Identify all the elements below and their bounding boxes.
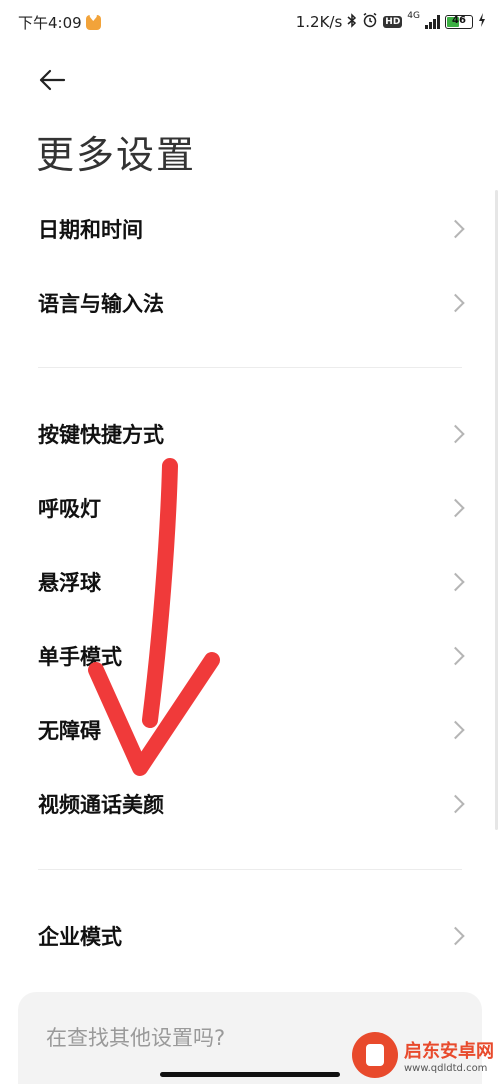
divider [38, 869, 462, 870]
menu-item-key-shortcuts[interactable]: 按键快捷方式 [0, 397, 500, 471]
battery-icon: 46 [445, 15, 473, 29]
page-title: 更多设置 [36, 133, 197, 177]
status-left: 下午4:09 [18, 12, 101, 33]
battery-level: 46 [452, 15, 466, 26]
menu-item-breathing-light[interactable]: 呼吸灯 [0, 471, 500, 545]
app-notification-icon [85, 13, 101, 30]
menu-item-floating-ball[interactable]: 悬浮球 [0, 545, 500, 619]
status-time: 下午4:09 [18, 14, 82, 32]
back-button[interactable] [36, 64, 72, 100]
chevron-right-icon [446, 646, 465, 666]
menu-item-label: 悬浮球 [38, 571, 101, 595]
menu-item-label: 企业模式 [38, 925, 122, 949]
scrollbar[interactable] [495, 190, 498, 830]
chevron-right-icon [446, 293, 465, 313]
network-type: 4G [407, 10, 420, 21]
chevron-right-icon [446, 498, 465, 518]
menu-item-label: 按键快捷方式 [38, 423, 164, 447]
status-right: 1.2K/s HD 4G 46 [295, 10, 486, 32]
bluetooth-icon [347, 12, 357, 32]
status-bar: 下午4:09 1.2K/s HD 4G 46 [0, 0, 500, 44]
home-indicator[interactable] [160, 1072, 340, 1077]
menu-item-enterprise-mode[interactable]: 企业模式 [0, 899, 500, 973]
chevron-right-icon [446, 219, 465, 239]
menu-item-label: 日期和时间 [38, 218, 143, 242]
menu-item-video-call-beauty[interactable]: 视频通话美颜 [0, 767, 500, 841]
hd-badge: HD [383, 16, 403, 28]
chevron-right-icon [446, 720, 465, 740]
menu-item-label: 视频通话美颜 [38, 793, 164, 817]
back-arrow-icon [39, 69, 66, 91]
menu-item-label: 单手模式 [38, 645, 122, 669]
menu-item-accessibility[interactable]: 无障碍 [0, 693, 500, 767]
menu-item-label: 语言与输入法 [38, 292, 164, 316]
watermark-url: www.qdldtd.com [404, 1062, 488, 1074]
watermark: 启东安卓网 www.qdldtd.com [352, 1032, 494, 1078]
chevron-right-icon [446, 572, 465, 592]
charging-icon [478, 13, 486, 31]
watermark-logo [352, 1032, 398, 1078]
menu-item-label: 无障碍 [38, 719, 101, 743]
menu-item-one-hand-mode[interactable]: 单手模式 [0, 619, 500, 693]
menu-item-date-time[interactable]: 日期和时间 [0, 192, 500, 266]
chevron-right-icon [446, 794, 465, 814]
chevron-right-icon [446, 424, 465, 444]
signal-icon [425, 15, 440, 29]
watermark-name: 启东安卓网 [404, 1040, 494, 1062]
divider [38, 367, 462, 368]
search-prompt: 在查找其他设置吗? [46, 1026, 226, 1050]
menu-item-language-input[interactable]: 语言与输入法 [0, 266, 500, 340]
watermark-text: 启东安卓网 www.qdldtd.com [404, 1037, 494, 1074]
chevron-right-icon [446, 926, 465, 946]
alarm-icon [362, 12, 378, 32]
network-speed: 1.2K/s [295, 13, 343, 31]
menu-item-label: 呼吸灯 [38, 497, 101, 521]
